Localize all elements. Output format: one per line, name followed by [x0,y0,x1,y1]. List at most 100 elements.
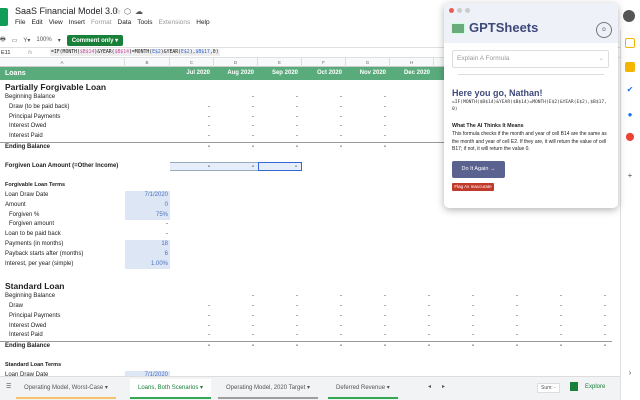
collapse-panel-icon[interactable]: › [625,368,635,378]
value-cell[interactable]: - [346,113,390,123]
value-cell[interactable]: - [478,342,522,351]
value-cell[interactable]: - [302,122,346,132]
value-cell[interactable]: - [302,302,346,312]
month-header[interactable]: Aug 2020 [214,67,258,80]
sheet-tab[interactable]: Deferred Revenue ▾ [328,379,398,399]
add-addon-icon[interactable]: + [625,171,635,181]
value-cell[interactable]: - [302,103,346,113]
zoom-chevron-icon[interactable]: ▾ [58,37,61,44]
value-cell[interactable]: - [170,103,214,113]
menu-format[interactable]: Format [91,19,112,26]
row-label[interactable]: Forgiven amount [9,220,54,230]
value-cell[interactable]: - [214,292,258,302]
filter-icon[interactable]: Y▾ [23,37,30,44]
value-cell[interactable]: - [346,93,390,103]
row-label[interactable]: Payback starts after (months) [5,250,83,260]
row-label[interactable]: Principal Payments [9,113,60,123]
column-header-g[interactable]: G [346,58,390,67]
contacts-icon[interactable]: ● [625,110,635,120]
value-cell[interactable]: - [258,302,302,312]
keep-icon[interactable] [625,62,635,72]
menu-view[interactable]: View [49,19,63,26]
flag-inaccurate-button[interactable]: Flag As Inaccurate [452,183,494,191]
value-cell[interactable]: - [302,292,346,302]
sum-select[interactable]: Sum: - [537,383,560,393]
value-cell[interactable]: - [214,113,258,123]
row-label[interactable]: Loan Draw Date [5,191,48,201]
value-cell[interactable]: - [346,143,390,152]
column-header-c[interactable]: C [170,58,214,67]
comment-only-button[interactable]: Comment only ▾ [66,34,124,46]
menu-tools[interactable]: Tools [137,19,152,26]
row-label[interactable]: Beginning Balance [5,93,55,103]
value-cell[interactable]: - [302,113,346,123]
month-header[interactable]: Nov 2020 [346,67,390,80]
value-cell[interactable]: - [170,161,214,172]
value-cell[interactable]: - [346,302,390,312]
month-header[interactable]: Oct 2020 [302,67,346,80]
column-header-f[interactable]: F [302,58,346,67]
scroll-tabs-right-icon[interactable]: ▸ [442,383,445,390]
zoom-select[interactable]: 100% [36,37,51,43]
input-cell[interactable]: 6 [125,249,170,260]
maps-icon[interactable]: ⬤ [625,132,635,142]
value-cell[interactable]: - [258,331,302,341]
paint-format-icon[interactable]: ▭ [12,37,18,44]
row-label[interactable]: Interest, per year (simple) [5,260,73,270]
value-cell[interactable]: - [258,132,302,142]
value-cell[interactable]: - [390,342,434,351]
row-label[interactable]: Loan to be paid back [5,230,61,240]
explore-button[interactable]: Explore [585,384,605,390]
account-avatar[interactable] [623,10,635,22]
value-cell[interactable]: - [302,312,346,322]
value-cell[interactable]: - [214,302,258,312]
tab-menu-icon[interactable]: ▾ [103,385,108,391]
name-box[interactable]: E11 [0,50,28,56]
close-window-button[interactable] [449,8,454,13]
input-cell[interactable]: 1.00% [125,259,170,270]
sheet-tab[interactable]: Operating Model, Worst-Case ▾ [16,379,116,399]
user-avatar-icon[interactable]: ☺ [596,22,612,38]
minimize-window-button[interactable] [457,8,462,13]
value-cell[interactable]: - [478,331,522,341]
row-label[interactable]: Amount [5,201,26,211]
value-cell[interactable]: - [390,292,434,302]
row-label[interactable]: Draw (to be paid back) [9,103,69,113]
row-label[interactable]: Interest Owed [9,122,46,132]
value-cell[interactable]: - [434,292,478,302]
column-header-b[interactable]: B [125,58,170,67]
value-cell[interactable]: - [170,143,214,152]
value-cell[interactable]: - [346,292,390,302]
value-cell[interactable]: - [170,132,214,142]
month-header[interactable]: Jul 2020 [170,67,214,80]
all-sheets-icon[interactable]: ☰ [6,383,11,390]
input-cell[interactable]: 75% [125,210,170,221]
print-icon[interactable]: 🖶 [0,35,6,45]
scroll-tabs-left-icon[interactable]: ◂ [428,383,431,390]
value-cell[interactable]: - [566,331,610,341]
month-header[interactable]: Sep 2020 [258,67,302,80]
row-label[interactable]: Forgivable Loan Terms [5,181,65,191]
sheets-logo-icon[interactable] [0,8,8,26]
row-label[interactable]: Forgiven % [9,211,39,221]
value-cell[interactable]: - [346,122,390,132]
value-cell[interactable]: - [434,312,478,322]
value-cell[interactable]: - [390,302,434,312]
value-cell[interactable]: - [346,312,390,322]
row-label[interactable]: Forgiven Loan Amount (=Other Income) [5,162,118,172]
value-cell[interactable]: - [302,342,346,351]
value-cell[interactable]: - [258,161,302,172]
input-cell[interactable]: - [125,220,170,230]
value-cell[interactable]: - [170,312,214,322]
row-label[interactable]: Interest Paid [9,331,43,341]
value-cell[interactable]: - [522,292,566,302]
value-cell[interactable]: - [170,122,214,132]
value-cell[interactable]: - [522,322,566,332]
sheet-tab[interactable]: Operating Model, 2020 Target ▾ [218,379,318,399]
value-cell[interactable]: - [258,292,302,302]
value-cell[interactable]: - [214,132,258,142]
cloud-icon[interactable]: ☁ [135,7,143,16]
sheet-tab[interactable]: Loans, Both Scenarios ▾ [130,379,212,399]
value-cell[interactable]: - [566,292,610,302]
value-cell[interactable]: - [346,322,390,332]
